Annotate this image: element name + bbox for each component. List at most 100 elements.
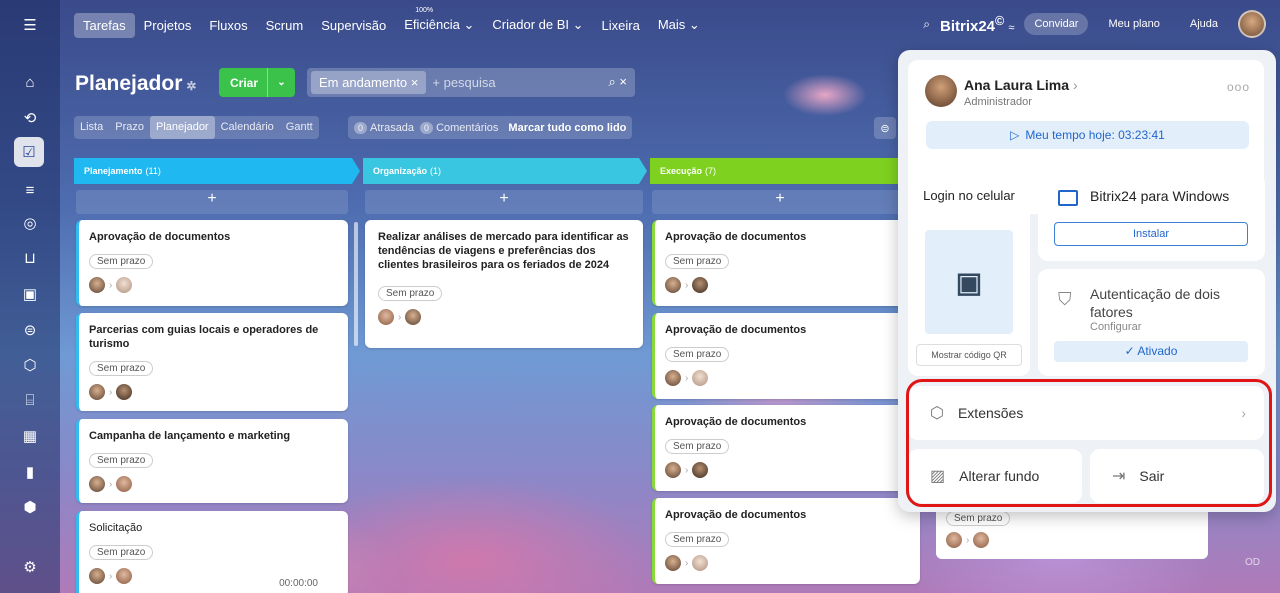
analytics-icon[interactable]: ▮ <box>18 460 42 484</box>
add-task-button[interactable]: + <box>76 190 348 214</box>
twofa-configure-link[interactable]: Configurar <box>1090 321 1141 333</box>
deadline-badge[interactable]: Sem prazo <box>89 254 154 269</box>
task-card[interactable]: Aprovação de documentos Sem prazo › <box>652 405 908 491</box>
task-card[interactable]: Aprovação de documentos Sem prazo › <box>652 220 908 306</box>
column-execucao[interactable]: Execução (7) <box>650 158 908 184</box>
filter-chip[interactable]: Em andamento × <box>311 71 427 94</box>
view-gantt[interactable]: Gantt <box>280 116 319 139</box>
avatar[interactable] <box>405 309 422 325</box>
search-icon[interactable]: ⌕ <box>923 17 930 32</box>
avatar[interactable] <box>89 476 105 492</box>
robot-icon[interactable]: ⊜ <box>874 117 896 139</box>
task-card[interactable]: Campanha de lançamento e marketing Sem p… <box>76 419 348 503</box>
avatar[interactable] <box>692 370 709 386</box>
avatar[interactable] <box>116 568 133 584</box>
avatar[interactable] <box>973 532 990 548</box>
profile-name[interactable]: Ana Laura Lima › <box>964 77 1078 93</box>
add-task-button[interactable]: + <box>365 190 643 214</box>
create-button[interactable]: Criar ⌄ <box>219 68 295 97</box>
pin-icon[interactable]: ✲ <box>186 79 196 93</box>
task-card[interactable]: Solicitação Sem prazo › 00:00:00 <box>76 511 348 593</box>
menu-icon[interactable]: ☰ <box>18 13 42 37</box>
task-card[interactable]: Realizar análises de mercado para identi… <box>365 220 643 348</box>
avatar[interactable] <box>378 309 394 325</box>
avatar[interactable] <box>692 277 709 293</box>
profile-avatar[interactable] <box>925 75 957 107</box>
chip-close-icon[interactable]: × <box>411 75 419 90</box>
tab-mais[interactable]: Mais ⌄ <box>649 12 709 38</box>
deadline-badge[interactable]: Sem prazo <box>378 286 443 301</box>
mark-all-read-link[interactable]: Marcar tudo como lido <box>508 122 626 134</box>
more-icon[interactable]: ooo <box>1227 80 1250 94</box>
change-background-item[interactable]: ▨ Alterar fundo <box>908 449 1082 503</box>
column-scrollbar[interactable] <box>354 222 358 346</box>
avatar[interactable] <box>692 462 709 478</box>
tab-lixeira[interactable]: Lixeira <box>593 13 649 38</box>
show-qr-button[interactable]: Mostrar código QR <box>916 344 1022 366</box>
deadline-badge[interactable]: Sem prazo <box>665 254 730 269</box>
avatar[interactable] <box>116 384 133 400</box>
add-task-button[interactable]: + <box>652 190 908 214</box>
shop-icon[interactable]: ⊔ <box>18 246 42 270</box>
avatar[interactable] <box>89 277 105 293</box>
deadline-badge[interactable]: Sem prazo <box>89 453 154 468</box>
avatar[interactable] <box>89 568 105 584</box>
deadline-badge[interactable]: Sem prazo <box>89 361 154 376</box>
search-clear-icon[interactable]: ⌕ × <box>609 74 627 90</box>
deadline-badge[interactable]: Sem prazo <box>946 511 1011 526</box>
avatar[interactable] <box>116 476 133 492</box>
logout-item[interactable]: ⇥ Sair <box>1090 449 1264 503</box>
home-icon[interactable]: ⌂ <box>18 70 42 94</box>
avatar[interactable] <box>946 532 962 548</box>
column-organizacao[interactable]: Organização (1) <box>363 158 647 184</box>
view-calendario[interactable]: Calendário <box>215 116 280 139</box>
drive-icon[interactable]: ⌸ <box>18 388 42 412</box>
task-card[interactable]: Parcerias com guias locais e operadores … <box>76 313 348 411</box>
deadline-badge[interactable]: Sem prazo <box>665 439 730 454</box>
contact-center-icon[interactable]: ▣ <box>18 282 42 306</box>
task-card[interactable]: Aprovação de documentos Sem prazo › <box>652 313 908 399</box>
settings-icon[interactable]: ⚙ <box>18 555 42 579</box>
avatar[interactable] <box>116 277 133 293</box>
tab-eficiencia[interactable]: 100% Eficiência ⌄ <box>395 7 483 38</box>
comments-counter[interactable]: 0 Comentários <box>420 121 498 134</box>
view-prazo[interactable]: Prazo <box>109 116 150 139</box>
install-button[interactable]: Instalar <box>1054 222 1248 246</box>
hexagon-icon[interactable]: ⬢ <box>18 495 42 519</box>
deadline-badge[interactable]: Sem prazo <box>89 545 154 560</box>
search-input[interactable]: + pesquisa <box>432 75 495 90</box>
tab-supervisao[interactable]: Supervisão <box>312 13 395 38</box>
bot-icon[interactable]: ⊜ <box>18 318 42 342</box>
help-button[interactable]: Ajuda <box>1180 13 1228 35</box>
avatar[interactable] <box>665 277 681 293</box>
worktime-button[interactable]: ▷ Meu tempo hoje: 03:23:41 <box>926 121 1249 149</box>
overdue-counter[interactable]: 0 Atrasada <box>354 121 414 134</box>
collab-icon[interactable]: ⟲ <box>18 106 42 130</box>
avatar[interactable] <box>665 370 681 386</box>
tab-criador-bi[interactable]: Criador de BI ⌄ <box>483 12 592 38</box>
tab-tarefas[interactable]: Tarefas <box>74 12 135 38</box>
column-planejamento[interactable]: Planejamento (11) <box>74 158 360 184</box>
avatar[interactable] <box>665 462 681 478</box>
box-icon[interactable]: ⬡ <box>18 353 42 377</box>
view-planejador[interactable]: Planejador <box>150 116 215 139</box>
tab-scrum[interactable]: Scrum <box>257 13 313 38</box>
invite-button[interactable]: Convidar <box>1024 13 1089 35</box>
avatar[interactable] <box>89 384 105 400</box>
plan-button[interactable]: Meu plano <box>1098 13 1169 35</box>
avatar[interactable] <box>665 555 681 571</box>
task-card[interactable]: Sem prazo › <box>936 505 1208 559</box>
search-bar[interactable]: Em andamento × + pesquisa ⌕ × <box>307 68 635 97</box>
tasks-icon[interactable]: ☑ <box>14 137 44 167</box>
avatar[interactable] <box>692 555 709 571</box>
view-lista[interactable]: Lista <box>74 116 109 139</box>
task-card[interactable]: Aprovação de documentos Sem prazo › <box>76 220 348 306</box>
user-avatar[interactable] <box>1238 10 1266 38</box>
tab-fluxos[interactable]: Fluxos <box>200 13 256 38</box>
crm-icon[interactable]: ◎ <box>18 211 42 235</box>
deadline-badge[interactable]: Sem prazo <box>665 532 730 547</box>
tab-projetos[interactable]: Projetos <box>135 13 201 38</box>
filter-icon[interactable]: ≡ <box>18 178 42 202</box>
calendar-icon[interactable]: ▦ <box>18 424 42 448</box>
extensions-item[interactable]: ⬡ Extensões › <box>908 386 1264 440</box>
